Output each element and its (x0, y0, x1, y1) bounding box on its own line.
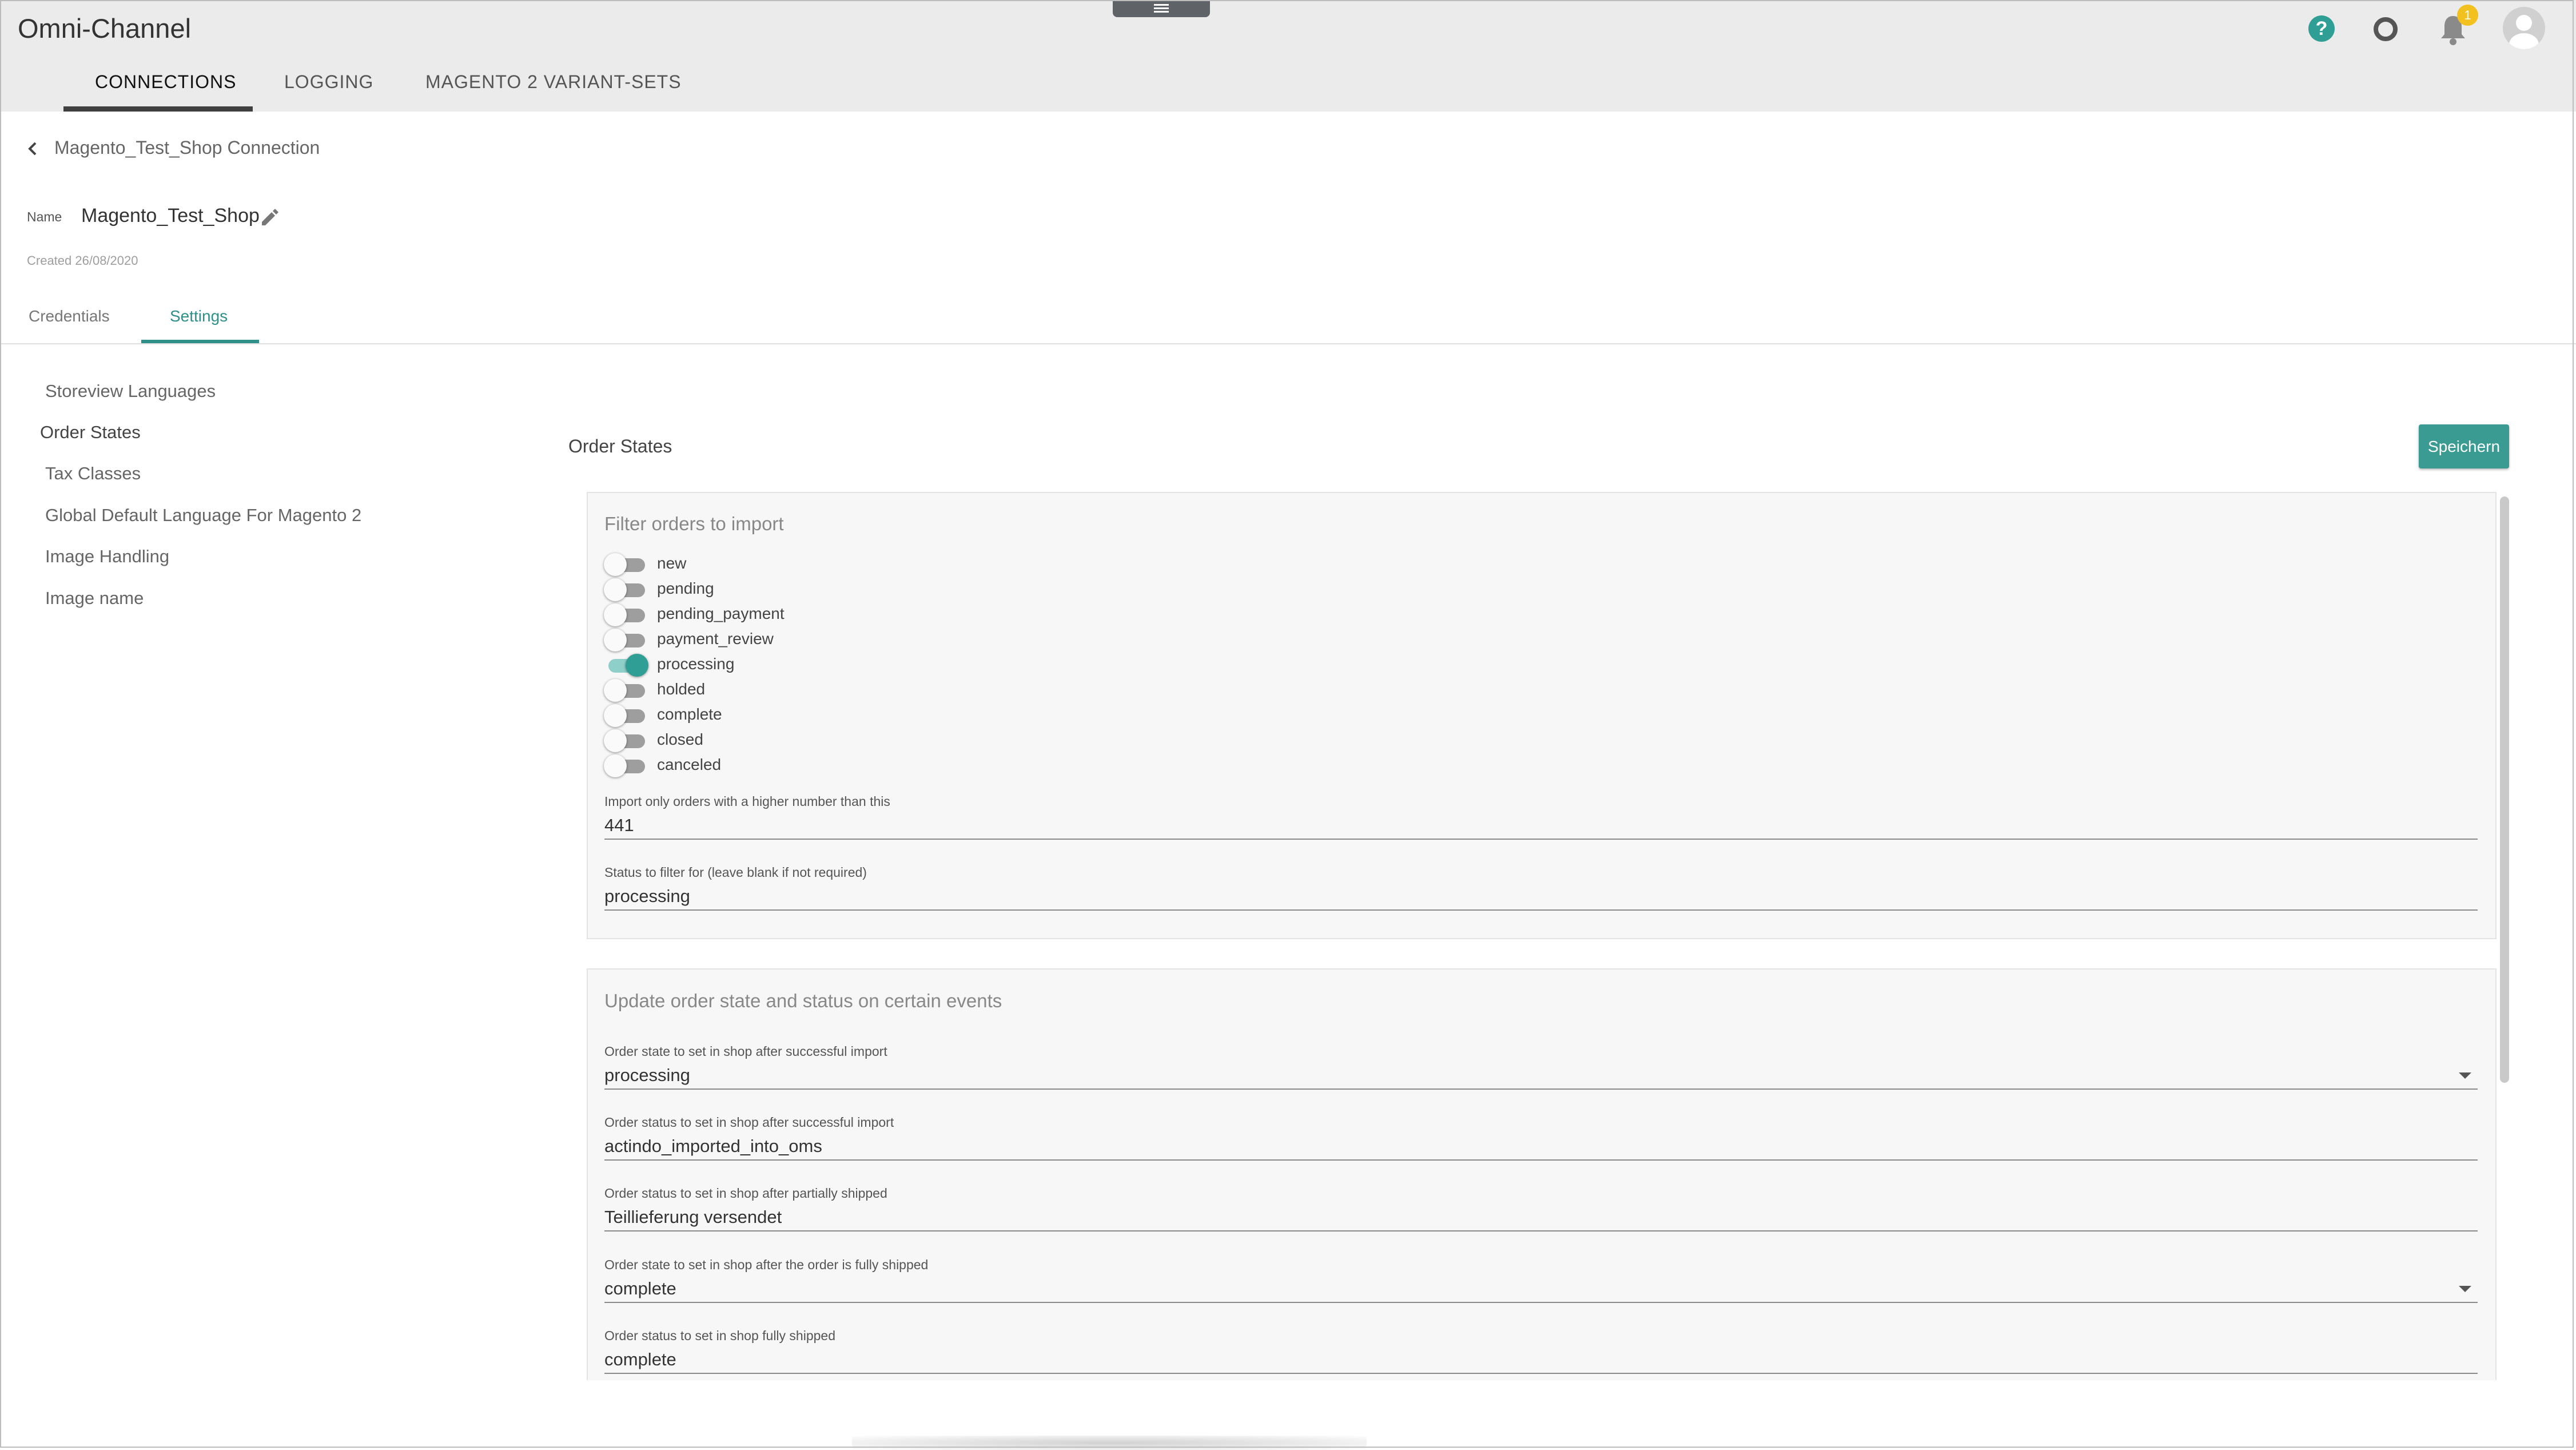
section-title: Order States (568, 436, 672, 456)
tab-logging[interactable]: LOGGING (284, 71, 373, 93)
tab-connections[interactable]: CONNECTIONS (95, 71, 236, 93)
update-card-title: Update order state and status on certain… (604, 990, 1002, 1011)
toggle-pending[interactable] (604, 578, 648, 601)
toggle-label: holded (657, 680, 706, 698)
status-partially-shipped-input[interactable]: Teillieferung versendet (604, 1207, 782, 1227)
toggle-processing[interactable] (604, 654, 648, 677)
input-underline (604, 1089, 2478, 1090)
breadcrumb[interactable]: Magento_Test_Shop Connection (54, 137, 320, 158)
toggle-canceled[interactable] (604, 754, 648, 777)
tab-credentials[interactable]: Credentials (29, 307, 110, 325)
status-after-import-label: Order status to set in shop after succes… (604, 1115, 894, 1130)
toggle-label: new (657, 554, 687, 572)
app-title: Omni-Channel (18, 13, 192, 43)
save-button[interactable]: Speichern (2419, 424, 2509, 468)
toggle-label: pending_payment (657, 605, 785, 622)
chevron-down-icon[interactable] (2459, 1286, 2471, 1292)
state-fully-shipped-label: Order state to set in shop after the ord… (604, 1257, 929, 1272)
drawer-handle[interactable] (1113, 0, 1210, 17)
active-tab-indicator (63, 106, 253, 112)
tab-magento-variant-sets[interactable]: MAGENTO 2 VARIANT-SETS (425, 71, 682, 93)
created-date: Created 26/08/2020 (27, 253, 138, 268)
state-fully-shipped-select[interactable]: complete (604, 1278, 676, 1299)
status-after-import-input[interactable]: actindo_imported_into_oms (604, 1136, 822, 1157)
status-filter-label: Status to filter for (leave blank if not… (604, 865, 867, 880)
status-fully-shipped-input[interactable]: complete (604, 1349, 676, 1370)
state-after-import-select[interactable]: processing (604, 1065, 690, 1086)
toggle-label: canceled (657, 756, 722, 773)
menu-icon (1154, 4, 1169, 6)
toggle-pending-payment[interactable] (604, 603, 648, 626)
toggle-payment-review[interactable] (604, 629, 648, 651)
toggle-holded[interactable] (604, 679, 648, 702)
top-bar (0, 0, 2576, 112)
notification-badge: 1 (2457, 5, 2478, 26)
toggle-label: pending (657, 579, 714, 597)
name-label: Name (27, 209, 62, 224)
input-underline (604, 1373, 2478, 1374)
sidebar-item-image-name[interactable]: Image name (45, 588, 144, 609)
status-partially-shipped-label: Order status to set in shop after partia… (604, 1186, 887, 1201)
toggle-label: complete (657, 705, 722, 723)
sidebar-item-image-handling[interactable]: Image Handling (45, 546, 169, 567)
avatar[interactable] (2503, 7, 2545, 49)
state-after-import-label: Order state to set in shop after success… (604, 1044, 887, 1059)
toggle-label: payment_review (657, 630, 774, 647)
input-underline (604, 1230, 2478, 1231)
input-underline (604, 1302, 2478, 1303)
filter-card (587, 492, 2497, 939)
tab-settings[interactable]: Settings (170, 307, 228, 325)
min-order-number-label: Import only orders with a higher number … (604, 794, 890, 809)
sidebar-item-storeview-languages[interactable]: Storeview Languages (45, 381, 216, 402)
connection-name: Magento_Test_Shop (81, 205, 260, 227)
input-underline (604, 909, 2478, 911)
toggle-new[interactable] (604, 553, 648, 576)
scrollbar[interactable] (2500, 496, 2509, 1083)
toggle-label: closed (657, 730, 703, 748)
status-filter-input[interactable]: processing (604, 886, 690, 907)
update-card (587, 968, 2497, 1380)
filter-card-title: Filter orders to import (604, 513, 784, 534)
chevron-down-icon[interactable] (2459, 1072, 2471, 1079)
settings-ring-icon[interactable] (2373, 17, 2398, 42)
toggle-closed[interactable] (604, 729, 648, 752)
input-underline (604, 839, 2478, 840)
min-order-number-input[interactable]: 441 (604, 815, 634, 836)
toggle-complete[interactable] (604, 704, 648, 727)
status-fully-shipped-label: Order status to set in shop fully shippe… (604, 1328, 835, 1343)
user-icon (2509, 15, 2539, 49)
input-underline (604, 1159, 2478, 1161)
help-icon[interactable]: ? (2308, 15, 2335, 42)
bottom-shadow (852, 1436, 1367, 1450)
toggle-label: processing (657, 655, 735, 673)
sidebar-item-tax-classes[interactable]: Tax Classes (45, 463, 141, 484)
sidebar-item-global-default-language[interactable]: Global Default Language For Magento 2 (45, 505, 361, 526)
sidebar-item-order-states[interactable]: Order States (40, 422, 141, 443)
back-arrow-icon[interactable] (22, 137, 45, 160)
divider (0, 343, 2576, 344)
pencil-icon[interactable] (257, 205, 281, 229)
